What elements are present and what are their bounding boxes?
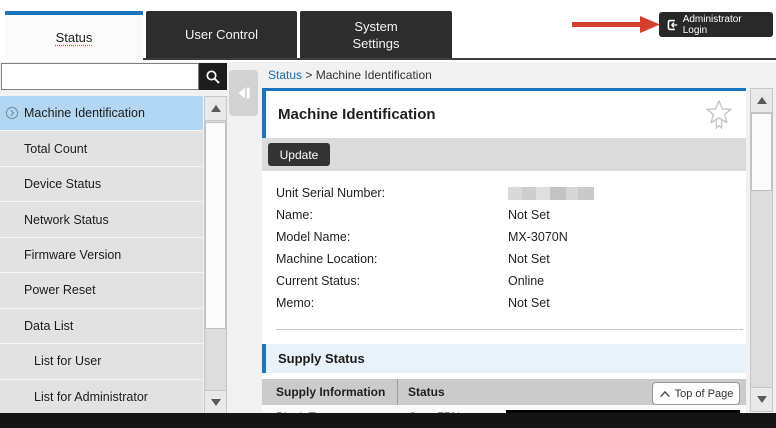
field-label: Unit Serial Number: [276,186,508,200]
field-row-location: Machine Location: Not Set [276,248,746,270]
sidebar-item-label: Total Count [24,142,87,156]
tab-user-control[interactable]: User Control [146,11,297,60]
field-row-memo: Memo: Not Set [276,292,746,314]
top-of-page-button[interactable]: Top of Page [652,382,740,405]
field-value: MX-3070N [508,230,568,244]
sidebar-item-list-for-user[interactable]: List for User [0,344,203,379]
machine-info-fields: Unit Serial Number: Name: Not Set Model … [262,171,746,314]
update-button[interactable]: Update [268,143,330,166]
sidebar-item-device-status[interactable]: Device Status [0,167,203,202]
redacted-serial-value [508,187,594,200]
breadcrumb-current: Machine Identification [316,68,432,82]
administrator-login-label: Administrator Login [683,14,767,36]
page-title: Machine Identification [278,106,436,123]
tab-system-settings-label: System Settings [353,19,400,52]
main-panel: Machine Identification Update Unit Seria… [262,88,746,413]
sidebar-collapse-handle[interactable] [229,70,258,116]
sidebar-scrollbar[interactable] [204,96,227,415]
search-button[interactable] [199,63,227,90]
field-row-name: Name: Not Set [276,204,746,226]
supply-status-title: Supply Status [278,351,365,366]
field-row-model: Model Name: MX-3070N [276,226,746,248]
main-scroll-thumb[interactable] [751,113,772,191]
chevron-up-icon [659,389,671,399]
tab-user-control-label: User Control [185,27,258,43]
tabbar-divider [143,58,776,60]
triangle-down-icon [211,399,221,406]
top-of-page-label: Top of Page [675,388,734,400]
sidebar-scroll-up-button[interactable] [205,97,226,121]
column-supply-information: Supply Information [262,379,398,405]
field-label: Model Name: [276,230,508,244]
tab-system-settings[interactable]: System Settings [300,11,452,60]
sidebar-item-label: Power Reset [24,283,96,297]
supply-status-header: Supply Status [262,344,746,373]
sidebar-item-firmware-version[interactable]: Firmware Version [0,238,203,273]
field-label: Machine Location: [276,252,508,266]
main-scrollbar[interactable] [750,88,773,412]
sidebar-menu: Machine Identification Total Count Devic… [0,96,203,415]
field-label: Current Status: [276,274,508,288]
sidebar-item-label: Firmware Version [24,248,121,262]
chevron-right-circle-icon [5,106,19,120]
sidebar-item-label: Device Status [24,177,101,191]
table-row-black-toner: Black Toner Over 75% [262,405,746,413]
update-toolbar: Update [262,138,746,171]
sidebar-item-network-status[interactable]: Network Status [0,202,203,237]
field-row-current-status: Current Status: Online [276,270,746,292]
tab-status[interactable]: Status [5,11,143,60]
breadcrumb: Status > Machine Identification [268,68,432,82]
field-value: Not Set [508,252,550,266]
sidebar-item-label: Data List [24,319,73,333]
bottom-bar [0,413,776,428]
sidebar-item-label: Network Status [24,213,109,227]
section-divider [276,329,743,330]
field-value: Not Set [508,208,550,222]
login-icon [665,18,679,32]
breadcrumb-status-link[interactable]: Status [268,68,302,82]
annotation-arrow-icon [570,16,662,34]
sidebar-item-machine-identification[interactable]: Machine Identification [0,96,203,131]
tab-status-label: Status [56,30,93,45]
field-row-serial: Unit Serial Number: [276,182,746,204]
search-icon [205,69,221,85]
sidebar-item-total-count[interactable]: Total Count [0,131,203,166]
field-label: Name: [276,208,508,222]
sidebar-item-power-reset[interactable]: Power Reset [0,273,203,308]
sidebar-item-data-list[interactable]: Data List [0,309,203,344]
search-input[interactable] [1,63,199,90]
admin-web-ui: Status User Control System Settings Admi… [0,0,776,428]
sidebar-item-label: List for User [34,354,101,368]
main-scroll-down-button[interactable] [751,387,772,411]
field-value: Not Set [508,296,550,310]
main-scroll-up-button[interactable] [751,89,772,113]
sidebar-scroll-thumb[interactable] [205,122,226,329]
triangle-down-icon [757,396,767,403]
sidebar-item-label: List for Administrator [34,390,148,404]
sidebar-item-list-for-administrator[interactable]: List for Administrator [0,380,203,415]
collapse-left-icon [235,84,253,102]
panel-header: Machine Identification [262,88,746,138]
sidebar-scroll-down-button[interactable] [205,390,226,414]
triangle-up-icon [757,97,767,104]
breadcrumb-separator: > [305,68,312,82]
triangle-up-icon [211,105,221,112]
field-value: Online [508,274,544,288]
sidebar-item-label: Machine Identification [24,106,145,120]
favorite-star-icon[interactable] [704,99,734,131]
field-label: Memo: [276,296,508,310]
administrator-login-button[interactable]: Administrator Login [659,12,773,37]
